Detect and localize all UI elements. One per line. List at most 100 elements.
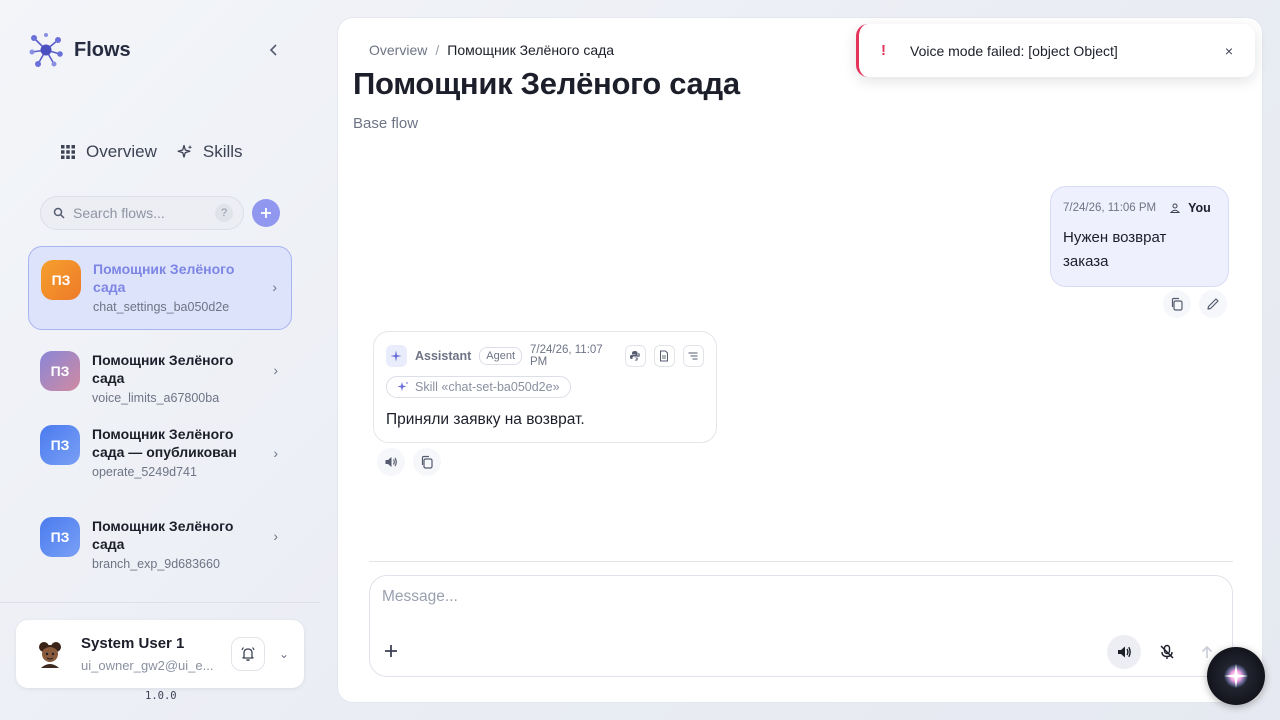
message-header: 7/24/26, 11:06 PM You: [1063, 201, 1216, 215]
nav-overview[interactable]: Overview: [60, 142, 157, 162]
flow-id: chat_settings_ba050d2e: [93, 300, 230, 314]
attach-button[interactable]: [384, 641, 398, 661]
error-toast: ! Voice mode failed: [object Object] ×: [856, 24, 1255, 77]
message-input[interactable]: [382, 588, 1182, 616]
plus-icon: [261, 208, 271, 218]
breadcrumb-separator: /: [435, 42, 440, 58]
sparkles-icon: [177, 144, 193, 158]
grid-icon: [61, 145, 75, 159]
notifications-button[interactable]: [231, 637, 265, 671]
edit-message-button[interactable]: [1199, 290, 1227, 318]
flow-id: operate_5249d741: [92, 465, 197, 479]
sidebar-divider: [0, 602, 320, 603]
skill-chip[interactable]: Skill «chat-set-ba050d2e»: [386, 376, 571, 398]
close-icon[interactable]: ×: [1225, 43, 1233, 59]
message-timestamp: 7/24/26, 11:06 PM: [1063, 202, 1157, 214]
user-name: System User 1: [81, 635, 185, 652]
assistant-message-actions: [377, 448, 441, 476]
read-aloud-button[interactable]: [377, 448, 405, 476]
message-composer: [369, 575, 1233, 677]
assistant-message: Assistant Agent 7/24/26, 11:07 PM Skill …: [373, 331, 717, 443]
message-author: Assistant: [414, 349, 472, 363]
python-code-button[interactable]: [624, 345, 646, 367]
flow-title: Помощник Зелёного сада: [92, 518, 234, 552]
voice-input-button[interactable]: [1150, 635, 1184, 669]
mic-off-icon: [1160, 644, 1174, 659]
speaker-icon: [1118, 646, 1131, 658]
user-card[interactable]: System User 1 ui_owner_gw2@ui_e... ⌄: [16, 620, 304, 688]
pencil-icon: [1207, 298, 1219, 310]
assistant-sparkle-icon: [386, 345, 407, 367]
flow-avatar: ПЗ: [40, 517, 80, 557]
chevron-left-icon: [269, 44, 277, 56]
flow-text: Помощник Зелёного сада branch_exp_9d6836…: [92, 517, 262, 571]
flow-item[interactable]: ПЗ Помощник Зелёного сада — опубликован …: [28, 425, 292, 485]
trace-button[interactable]: [682, 345, 704, 367]
copy-icon: [421, 455, 433, 469]
sparkle-orb-icon: [1224, 664, 1248, 688]
flow-title: Помощник Зелёного сада — опубликован: [92, 426, 237, 460]
chevron-right-icon: ›: [272, 279, 277, 295]
flow-title: Помощник Зелёного сада: [92, 352, 234, 386]
app-name: Flows: [74, 38, 131, 61]
flow-id: branch_exp_9d683660: [92, 557, 220, 571]
page-subtitle: Base flow: [353, 115, 419, 132]
add-flow-button[interactable]: [252, 199, 280, 227]
user-info: System User 1 ui_owner_gw2@ui_e...: [81, 635, 221, 673]
search-input[interactable]: [73, 205, 203, 221]
nav-skills-label: Skills: [202, 142, 243, 161]
copy-icon: [1171, 297, 1183, 311]
chevron-right-icon: ›: [273, 528, 278, 544]
search-help-button[interactable]: ?: [215, 204, 233, 222]
document-button[interactable]: [653, 345, 675, 367]
chevron-right-icon: ›: [273, 362, 278, 378]
flow-title: Помощник Зелёного сада: [93, 261, 235, 295]
search-icon: [53, 207, 65, 219]
copy-message-button[interactable]: [413, 448, 441, 476]
nav-skills[interactable]: Skills: [177, 142, 243, 162]
collapse-sidebar-button[interactable]: [264, 40, 284, 60]
user-message: 7/24/26, 11:06 PM You Нужен возврат зака…: [1050, 186, 1229, 287]
flows-logo-icon: [29, 33, 63, 67]
user-message-actions: [1163, 290, 1227, 318]
message-header: Assistant Agent 7/24/26, 11:07 PM: [386, 344, 704, 368]
flow-id: voice_limits_a67800ba: [92, 391, 220, 405]
flow-item[interactable]: ПЗ Помощник Зелёного сада voice_limits_a…: [28, 351, 292, 405]
sparkles-icon: [397, 381, 409, 391]
message-text: Приняли заявку на возврат.: [386, 411, 585, 428]
copy-message-button[interactable]: [1163, 290, 1191, 318]
app-version: 1.0.0: [145, 690, 177, 702]
flow-avatar: ПЗ: [41, 260, 81, 300]
breadcrumb-overview-link[interactable]: Overview: [369, 42, 427, 58]
avatar: [39, 642, 61, 668]
flow-avatar: ПЗ: [40, 351, 80, 391]
flow-text: Помощник Зелёного сада chat_settings_ba0…: [93, 260, 263, 314]
page-title: Помощник Зелёного сада: [353, 66, 740, 101]
user-email: ui_owner_gw2@ui_e...: [81, 658, 214, 673]
message-timestamp: 7/24/26, 11:07 PM: [530, 344, 603, 368]
list-icon: [688, 352, 698, 360]
main-panel: Overview / Помощник Зелёного сада Помощн…: [337, 17, 1263, 703]
document-icon: [660, 350, 669, 362]
flow-avatar: ПЗ: [40, 425, 80, 465]
chevron-down-icon[interactable]: ⌄: [279, 647, 289, 661]
voice-output-toggle[interactable]: [1107, 635, 1141, 669]
skill-label: Skill «chat-set-ba050d2e»: [415, 380, 560, 394]
speaker-icon: [385, 457, 397, 467]
alert-icon: !: [881, 42, 886, 59]
breadcrumb: Overview / Помощник Зелёного сада: [369, 42, 614, 58]
composer-divider: [369, 561, 1233, 562]
sidebar: Flows Overview Skills ? ПЗ: [0, 0, 320, 720]
plus-icon: [385, 645, 397, 657]
toast-message: Voice mode failed: [object Object]: [910, 42, 1118, 59]
flow-item[interactable]: ПЗ Помощник Зелёного сада chat_settings_…: [28, 246, 292, 330]
breadcrumb-current: Помощник Зелёного сада: [447, 42, 615, 58]
chevron-right-icon: ›: [273, 445, 278, 461]
flow-text: Помощник Зелёного сада voice_limits_a678…: [92, 351, 262, 405]
agent-badge: Agent: [479, 347, 522, 365]
assistant-orb-button[interactable]: [1207, 647, 1265, 705]
user-icon: [1170, 203, 1181, 213]
app-logo[interactable]: Flows: [28, 32, 131, 68]
sidebar-nav: Overview Skills: [60, 142, 243, 162]
flow-item[interactable]: ПЗ Помощник Зелёного сада branch_exp_9d6…: [28, 517, 292, 571]
